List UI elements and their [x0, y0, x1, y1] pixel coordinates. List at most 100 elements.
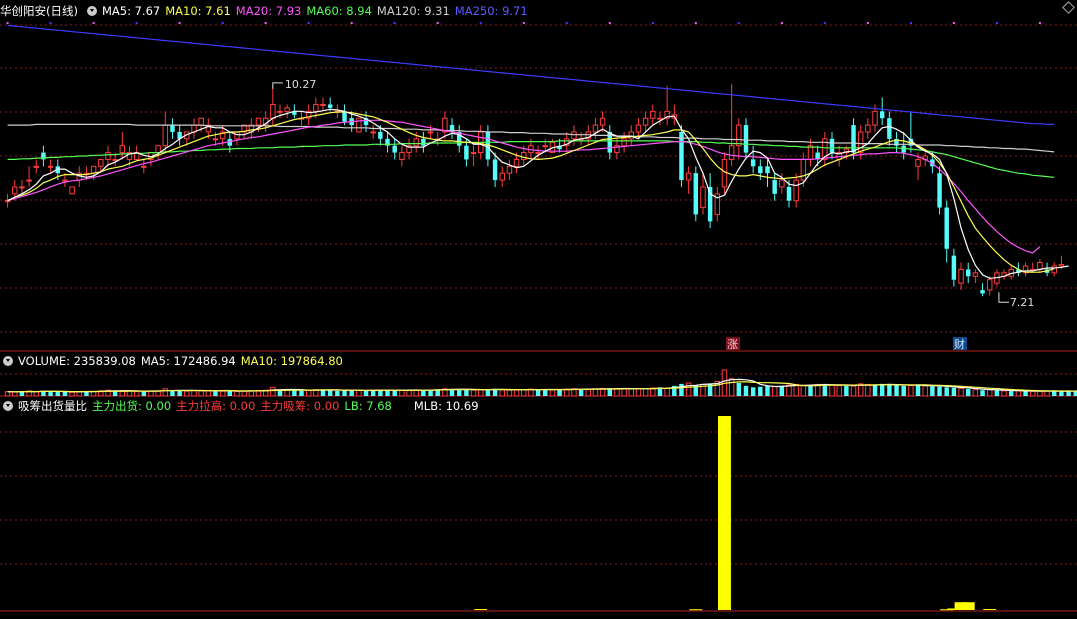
candle-body — [119, 145, 126, 154]
volume-bar — [635, 388, 642, 397]
volume-bar — [513, 389, 520, 397]
legend-ma120: MA120: 9.31 — [376, 4, 450, 18]
legend-ma60: MA60: 8.94 — [306, 4, 372, 18]
volume-bar — [930, 386, 935, 396]
candle-body — [650, 110, 656, 119]
volume-bar — [765, 385, 770, 396]
candle-body — [141, 165, 147, 168]
volume-bar — [470, 389, 477, 397]
volume-bar — [270, 386, 276, 397]
indicator-bar — [961, 602, 975, 610]
candle-body — [255, 117, 262, 126]
signal-dot — [823, 22, 826, 24]
stock-title[interactable]: 华创阳安(日线) — [0, 4, 78, 18]
candle-body — [772, 180, 777, 194]
candle-body — [170, 125, 175, 132]
volume-bar — [133, 390, 140, 397]
candle-body — [965, 269, 971, 277]
signal-dot — [350, 22, 353, 24]
volume-bar — [1052, 390, 1057, 396]
signal-dot — [866, 22, 869, 24]
signal-dot — [522, 22, 525, 24]
ma250-line — [7, 24, 1055, 126]
volume-bar — [994, 390, 1000, 396]
volume-bar — [642, 387, 649, 397]
candle-body — [980, 290, 985, 294]
volume-bar — [1030, 390, 1036, 397]
signal-dot — [221, 22, 224, 24]
signal-dot — [436, 22, 439, 24]
candle-body — [234, 131, 240, 140]
candle-body — [506, 165, 513, 174]
candle-body — [399, 152, 405, 160]
volume-bar — [33, 391, 39, 397]
candle-body — [750, 159, 756, 167]
indicator-dropdown-icon[interactable] — [3, 400, 13, 411]
indicator-title[interactable]: 吸筹出货量比 — [18, 399, 87, 413]
volume-bar — [944, 387, 949, 396]
candle-body — [155, 145, 161, 154]
candle-body — [807, 145, 814, 160]
signal-dot — [780, 22, 783, 24]
candle-body — [62, 179, 68, 182]
volume-bar — [148, 390, 154, 397]
volume-bar — [499, 389, 505, 397]
volume-bar — [457, 389, 462, 396]
volume-label: VOLUME: 235839.08 — [18, 354, 136, 368]
candle-body — [765, 166, 770, 174]
signal-dot — [49, 22, 52, 24]
volume-bar — [191, 390, 197, 397]
signal-dot — [608, 22, 611, 24]
candle-body — [865, 124, 871, 133]
volume-bar — [628, 388, 635, 397]
candle-body — [987, 279, 993, 291]
candle-body — [657, 117, 663, 120]
volume-bar — [464, 389, 469, 396]
signal-dot — [952, 22, 955, 24]
candle-body — [492, 159, 498, 181]
dropdown-icon[interactable] — [86, 5, 97, 16]
volume-bar — [685, 382, 692, 397]
volume-bar — [908, 385, 914, 397]
candle-body — [937, 173, 942, 208]
volume-bar — [800, 384, 807, 397]
signal-dot — [135, 22, 138, 24]
signal-dot — [307, 22, 310, 24]
candle-body — [857, 131, 864, 154]
volume-bar — [378, 390, 383, 396]
candle-body — [743, 125, 749, 153]
candle-body — [499, 172, 505, 181]
volume-bar — [342, 390, 347, 396]
candle-body — [944, 207, 949, 249]
indicator-lb: LB: 7.68 — [344, 399, 392, 413]
volume-bar — [521, 389, 527, 397]
signal-dot — [909, 22, 912, 24]
candle-body — [12, 186, 18, 195]
legend-ma10: MA10: 7.61 — [165, 4, 231, 18]
candle-body — [26, 179, 32, 182]
candle-body — [105, 152, 111, 160]
candle-body — [320, 103, 326, 106]
chart-stage: 10.27 7.21 涨 财 华创阳安(日线) MA5: 7.67 MA10: 7.61 M… — [0, 0, 1077, 616]
volume-bar — [736, 383, 742, 396]
volume-bar — [972, 389, 979, 397]
candle-body — [535, 152, 541, 155]
volume-bar — [485, 389, 491, 396]
volume-bar — [549, 389, 556, 397]
volume-dropdown-icon[interactable] — [3, 355, 13, 366]
indicator-xi: 主力吸筹: 0.00 — [260, 399, 340, 413]
candle-body — [327, 104, 333, 108]
volume-ma5: MA5: 172486.94 — [140, 354, 236, 368]
candle-body — [958, 268, 964, 284]
volume-bar — [980, 390, 985, 396]
volume-bar — [901, 385, 906, 396]
indicator-bar — [689, 609, 703, 611]
candle-body — [700, 186, 706, 209]
candle-body — [198, 117, 204, 126]
indicator-chu: 主力出货: 0.00 — [92, 399, 172, 413]
volume-bar — [829, 384, 835, 397]
signal-dot — [694, 22, 697, 24]
volume-bar — [48, 391, 53, 396]
candle-body — [421, 138, 426, 146]
volume-bar — [987, 389, 993, 397]
